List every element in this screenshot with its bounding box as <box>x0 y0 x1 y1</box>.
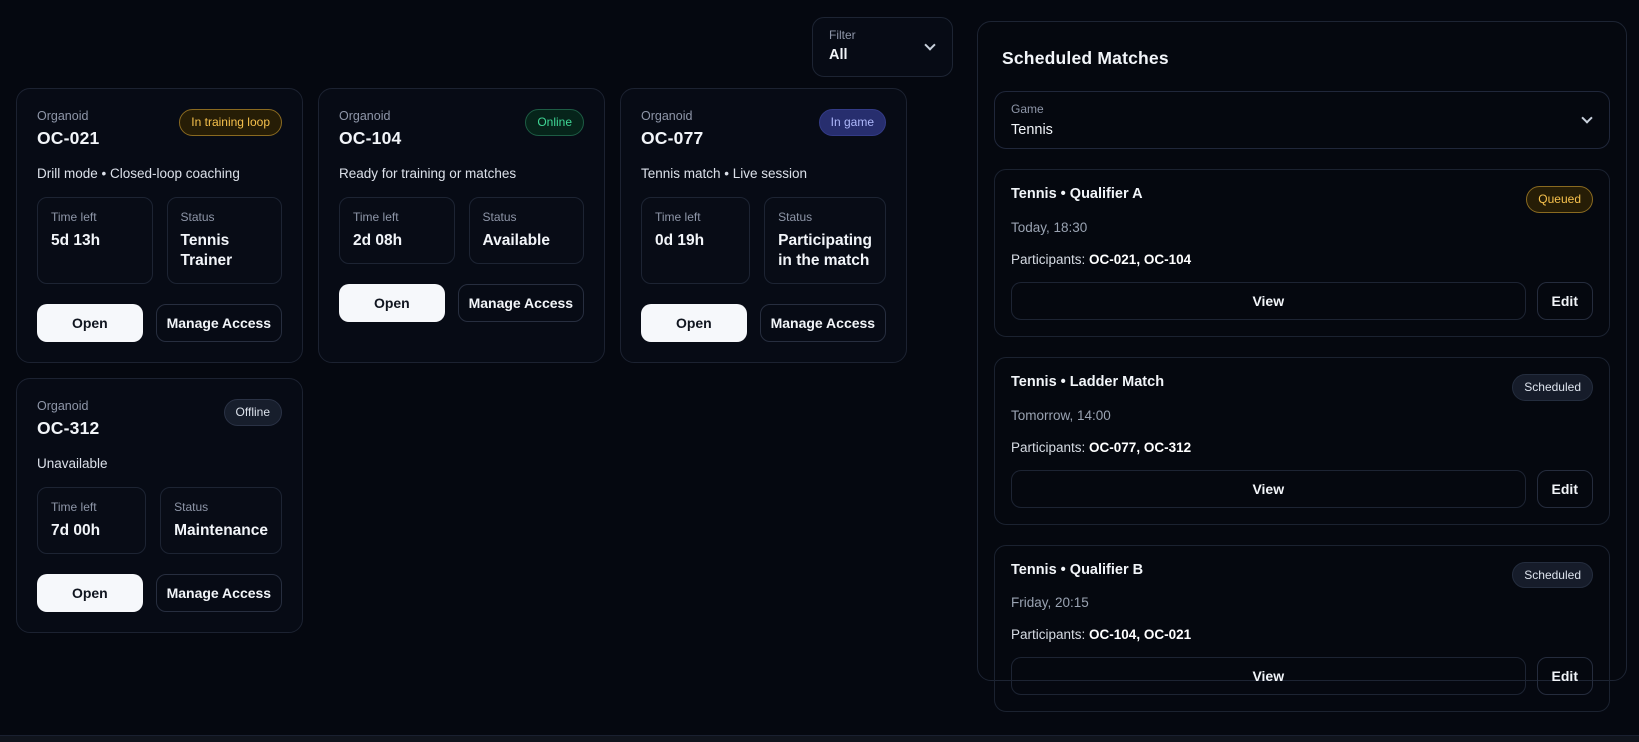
match-card-qualifier-b: Tennis • Qualifier B Scheduled Friday, 2… <box>994 544 1610 713</box>
match-status-badge: Scheduled <box>1512 373 1593 401</box>
status-label: Status <box>174 500 209 515</box>
time-left-value: 2d 08h <box>353 232 403 249</box>
participants-value: OC-104, OC-021 <box>1089 627 1192 643</box>
game-value: Tennis <box>1011 122 1053 138</box>
match-title: Tennis • Ladder Match <box>1011 373 1165 390</box>
time-left-label: Time left <box>655 210 701 224</box>
status-value: Participating in the match <box>778 232 872 270</box>
view-button[interactable]: View <box>1011 281 1526 320</box>
status-stat: Status Maintenance <box>160 487 282 555</box>
status-label: Status <box>180 210 215 224</box>
organoid-label: Organoid <box>37 399 89 414</box>
time-left-stat: Time left 5d 13h <box>37 197 153 285</box>
organoid-label: Organoid <box>641 109 693 123</box>
filter-value: All <box>829 47 848 63</box>
organoid-description: Drill mode • Closed-loop coaching <box>37 166 240 181</box>
open-button[interactable]: Open <box>37 574 143 613</box>
participants-value: OC-077, OC-312 <box>1089 439 1192 455</box>
organoid-name: OC-104 <box>339 128 402 148</box>
match-status-badge: Queued <box>1526 186 1593 213</box>
filter-dropdown[interactable]: Filter All <box>812 17 953 77</box>
match-status-badge: Scheduled <box>1512 561 1593 589</box>
status-value: Tennis Trainer <box>180 232 233 270</box>
view-button[interactable]: View <box>1011 657 1526 696</box>
match-title: Tennis • Qualifier A <box>1011 186 1143 202</box>
open-button[interactable]: Open <box>641 304 747 343</box>
status-stat: Status Available <box>468 197 584 265</box>
match-participants: Participants: OC-104, OC-021 <box>1011 627 1593 642</box>
organoid-name: OC-312 <box>37 418 100 439</box>
manage-access-button[interactable]: Manage Access <box>457 284 584 323</box>
time-left-value: 5d 13h <box>51 232 101 249</box>
edit-button[interactable]: Edit <box>1536 657 1593 696</box>
organoid-grid: Organoid OC-021 In training loop Drill m… <box>16 88 907 634</box>
organoid-description: Ready for training or matches <box>339 166 517 181</box>
match-card-ladder-match: Tennis • Ladder Match Scheduled Tomorrow… <box>994 356 1610 525</box>
edit-button[interactable]: Edit <box>1536 281 1593 320</box>
match-participants: Participants: OC-021, OC-104 <box>1011 252 1593 267</box>
organoid-card-oc-312: Organoid OC-312 Offline Unavailable Time… <box>16 378 303 634</box>
manage-access-button[interactable]: Manage Access <box>155 304 282 343</box>
time-left-stat: Time left 7d 00h <box>37 487 147 555</box>
game-label: Game <box>1011 102 1044 116</box>
status-stat: Status Tennis Trainer <box>166 197 282 285</box>
view-button[interactable]: View <box>1011 469 1526 508</box>
status-badge: Online <box>525 109 584 136</box>
time-left-value: 7d 00h <box>51 522 101 540</box>
match-time: Friday, 20:15 <box>1011 595 1089 611</box>
time-left-stat: Time left 0d 19h <box>641 197 751 285</box>
match-time: Tomorrow, 14:00 <box>1011 407 1111 423</box>
status-value: Maintenance <box>174 522 268 540</box>
manage-access-button[interactable]: Manage Access <box>155 574 282 613</box>
time-left-label: Time left <box>51 500 97 515</box>
scheduled-matches-panel: Scheduled Matches Game Tennis Tennis • Q… <box>977 21 1627 713</box>
participants-label: Participants: <box>1011 439 1090 455</box>
game-dropdown[interactable]: Game Tennis <box>994 91 1610 149</box>
organoid-card-oc-077: Organoid OC-077 In game Tennis match • L… <box>620 88 907 364</box>
bottom-divider <box>0 735 1639 742</box>
match-title: Tennis • Qualifier B <box>1011 561 1144 578</box>
status-stat: Status Participating in the match <box>764 197 886 285</box>
panel-title: Scheduled Matches <box>1002 48 1169 68</box>
status-badge: In game <box>818 109 886 136</box>
open-button[interactable]: Open <box>339 284 445 323</box>
manage-access-button[interactable]: Manage Access <box>759 304 886 343</box>
organoid-description: Tennis match • Live session <box>641 166 808 181</box>
status-value: Available <box>482 232 551 249</box>
status-label: Status <box>482 210 517 224</box>
organoid-description: Unavailable <box>37 456 108 472</box>
time-left-label: Time left <box>353 210 399 224</box>
organoid-label: Organoid <box>37 109 89 123</box>
organoid-name: OC-021 <box>37 128 100 148</box>
status-badge: In training loop <box>179 109 282 136</box>
participants-label: Participants: <box>1011 627 1090 643</box>
status-label: Status <box>778 210 813 224</box>
open-button[interactable]: Open <box>37 304 143 343</box>
organoid-label: Organoid <box>339 109 391 123</box>
time-left-stat: Time left 2d 08h <box>339 197 455 265</box>
match-time: Today, 18:30 <box>1011 219 1088 235</box>
participants-value: OC-021, OC-104 <box>1089 251 1192 267</box>
organoid-card-oc-021: Organoid OC-021 In training loop Drill m… <box>16 88 303 364</box>
status-badge: Offline <box>223 399 282 427</box>
organoid-name: OC-077 <box>641 128 704 148</box>
time-left-label: Time left <box>51 210 97 224</box>
participants-label: Participants: <box>1011 251 1090 267</box>
organoid-card-oc-104: Organoid OC-104 Online Ready for trainin… <box>318 88 605 364</box>
edit-button[interactable]: Edit <box>1536 469 1593 508</box>
time-left-value: 0d 19h <box>655 232 705 249</box>
filter-label: Filter <box>829 28 856 42</box>
match-participants: Participants: OC-077, OC-312 <box>1011 440 1593 455</box>
match-card-qualifier-a: Tennis • Qualifier A Queued Today, 18:30… <box>994 169 1610 337</box>
